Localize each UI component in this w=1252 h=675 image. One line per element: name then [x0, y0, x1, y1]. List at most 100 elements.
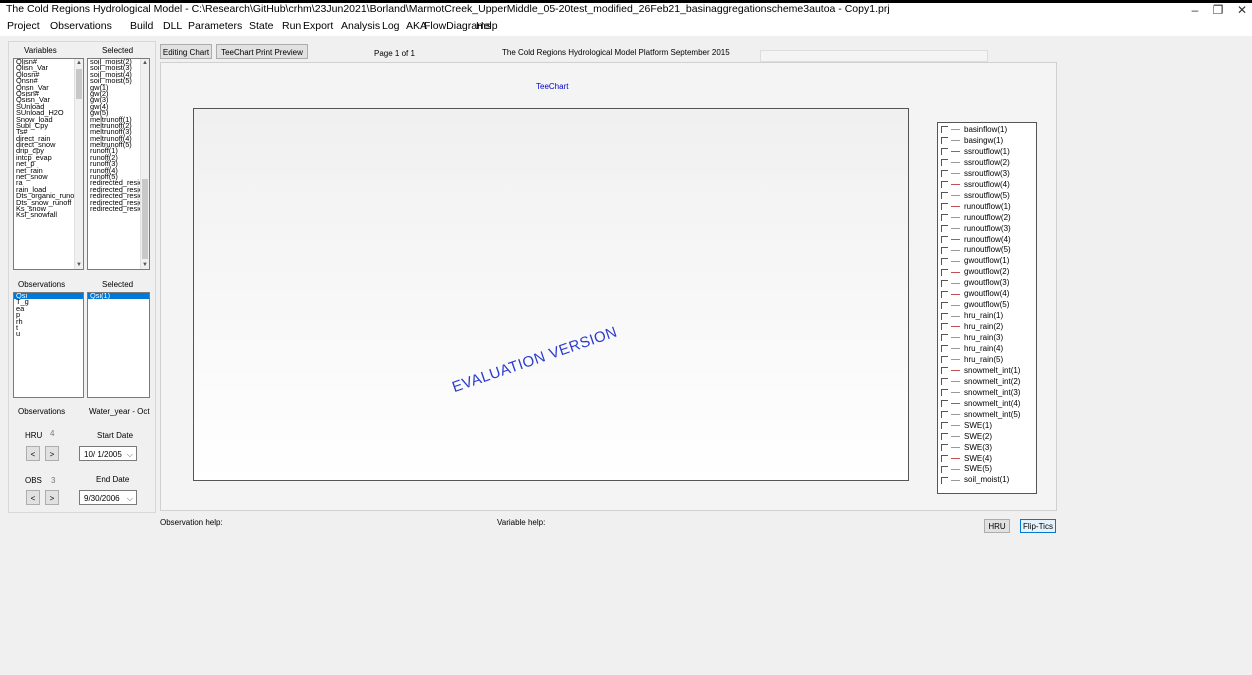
- legend-item[interactable]: ssroutflow(2): [941, 158, 1010, 169]
- legend-checkbox[interactable]: [941, 432, 948, 440]
- minimize-button[interactable]: –: [1185, 3, 1205, 17]
- selected-obs-list[interactable]: Qsi(1): [87, 292, 150, 398]
- hru-next-button[interactable]: >: [45, 446, 59, 461]
- legend-item[interactable]: hru_rain(3): [941, 333, 1003, 344]
- menu-export[interactable]: Export: [303, 20, 333, 32]
- observation-item[interactable]: u: [14, 330, 83, 338]
- legend-item[interactable]: SWE(5): [941, 464, 992, 475]
- observations-list[interactable]: Qsi T_g ea p rh t u: [13, 292, 84, 398]
- legend-item[interactable]: snowmelt_int(2): [941, 377, 1020, 388]
- legend-item[interactable]: SWE(2): [941, 432, 992, 443]
- legend-item[interactable]: gwoutflow(4): [941, 289, 1009, 300]
- flip-tics-button[interactable]: Flip-Tics: [1020, 519, 1056, 533]
- menu-help[interactable]: Help: [476, 20, 498, 32]
- legend-item[interactable]: snowmelt_int(5): [941, 410, 1020, 421]
- legend-checkbox[interactable]: [941, 159, 948, 167]
- menu-parameters[interactable]: Parameters: [188, 20, 242, 32]
- legend-checkbox[interactable]: [941, 137, 948, 145]
- editing-chart-button[interactable]: Editing Chart: [160, 44, 212, 59]
- legend-item[interactable]: ssroutflow(3): [941, 169, 1010, 180]
- hru-button[interactable]: HRU: [984, 519, 1010, 533]
- legend-checkbox[interactable]: [941, 345, 948, 353]
- legend-item[interactable]: gwoutflow(5): [941, 300, 1009, 311]
- selected-vars-list[interactable]: soil_moist(2) soil_moist(3) soil_moist(4) s…: [87, 58, 150, 270]
- restore-button[interactable]: ❐: [1208, 3, 1228, 17]
- legend-checkbox[interactable]: [941, 235, 948, 243]
- menu-state[interactable]: State: [249, 20, 274, 32]
- scroll-thumb[interactable]: [76, 69, 82, 99]
- legend-item[interactable]: hru_rain(2): [941, 322, 1003, 333]
- menu-analysis[interactable]: Analysis: [341, 20, 380, 32]
- legend-checkbox[interactable]: [941, 443, 948, 451]
- legend-checkbox[interactable]: [941, 301, 948, 309]
- legend-checkbox[interactable]: [941, 367, 948, 375]
- legend-checkbox[interactable]: [941, 356, 948, 364]
- legend-checkbox[interactable]: [941, 312, 948, 320]
- legend-checkbox[interactable]: [941, 148, 948, 156]
- legend-item[interactable]: hru_rain(1): [941, 311, 1003, 322]
- legend-item[interactable]: SWE(3): [941, 443, 992, 454]
- legend-checkbox[interactable]: [941, 213, 948, 221]
- scroll-thumb[interactable]: [142, 179, 148, 259]
- scroll-up-icon[interactable]: ▲: [141, 59, 149, 67]
- legend-item[interactable]: gwoutflow(3): [941, 278, 1009, 289]
- legend-item[interactable]: SWE(4): [941, 454, 992, 465]
- legend-item[interactable]: soil_moist(1): [941, 475, 1009, 486]
- legend-checkbox[interactable]: [941, 203, 948, 211]
- legend-checkbox[interactable]: [941, 411, 948, 419]
- legend-checkbox[interactable]: [941, 476, 948, 484]
- scroll-up-icon[interactable]: ▲: [75, 59, 83, 67]
- variables-list[interactable]: Qlisn# Qlisn_Var Qlosn# Qnsn# Qnsn_Var Qsisn#…: [13, 58, 84, 270]
- plot-area[interactable]: [193, 108, 909, 481]
- legend-checkbox[interactable]: [941, 192, 948, 200]
- scroll-down-icon[interactable]: ▼: [75, 261, 83, 269]
- legend-item[interactable]: basinflow(1): [941, 125, 1007, 136]
- start-date-picker[interactable]: 10/ 1/2005 ⌵: [79, 446, 137, 461]
- legend-checkbox[interactable]: [941, 257, 948, 265]
- legend-item[interactable]: snowmelt_int(1): [941, 366, 1020, 377]
- legend-item[interactable]: gwoutflow(1): [941, 256, 1009, 267]
- print-preview-button[interactable]: TeeChart Print Preview: [216, 44, 308, 59]
- legend-item[interactable]: ssroutflow(5): [941, 191, 1010, 202]
- obs-next-button[interactable]: >: [45, 490, 59, 505]
- legend-item[interactable]: runoutflow(3): [941, 224, 1011, 235]
- variable-item[interactable]: Ksl_snowfall: [14, 211, 83, 219]
- legend-checkbox[interactable]: [941, 323, 948, 331]
- legend-item[interactable]: runoutflow(4): [941, 235, 1011, 246]
- legend-checkbox[interactable]: [941, 290, 948, 298]
- legend-checkbox[interactable]: [941, 389, 948, 397]
- legend-checkbox[interactable]: [941, 378, 948, 386]
- legend-item[interactable]: gwoutflow(2): [941, 267, 1009, 278]
- legend-item[interactable]: snowmelt_int(3): [941, 388, 1020, 399]
- selected-observation-item[interactable]: Qsi(1): [88, 293, 149, 299]
- legend-item[interactable]: runoutflow(2): [941, 213, 1011, 224]
- legend-item[interactable]: basingw(1): [941, 136, 1003, 147]
- legend-checkbox[interactable]: [941, 224, 948, 232]
- selected-vars-scrollbar[interactable]: ▲ ▼: [140, 59, 149, 269]
- legend-item[interactable]: ssroutflow(4): [941, 180, 1010, 191]
- scroll-down-icon[interactable]: ▼: [141, 261, 149, 269]
- menu-build[interactable]: Build: [130, 20, 153, 32]
- legend-item[interactable]: hru_rain(4): [941, 344, 1003, 355]
- menu-log[interactable]: Log: [382, 20, 400, 32]
- legend-checkbox[interactable]: [941, 465, 948, 473]
- legend-checkbox[interactable]: [941, 422, 948, 430]
- legend-checkbox[interactable]: [941, 126, 948, 134]
- legend-checkbox[interactable]: [941, 246, 948, 254]
- menu-run[interactable]: Run: [282, 20, 301, 32]
- legend-checkbox[interactable]: [941, 334, 948, 342]
- menu-project[interactable]: Project: [7, 20, 40, 32]
- legend-item[interactable]: hru_rain(5): [941, 355, 1003, 366]
- legend-checkbox[interactable]: [941, 454, 948, 462]
- close-button[interactable]: ✕: [1232, 3, 1252, 17]
- legend-item[interactable]: runoutflow(5): [941, 245, 1011, 256]
- hru-prev-button[interactable]: <: [26, 446, 40, 461]
- variables-scrollbar[interactable]: ▲ ▼: [74, 59, 83, 269]
- legend-checkbox[interactable]: [941, 181, 948, 189]
- legend-item[interactable]: ssroutflow(1): [941, 147, 1010, 158]
- menu-dll[interactable]: DLL: [163, 20, 182, 32]
- end-date-picker[interactable]: 9/30/2006 ⌵: [79, 490, 137, 505]
- legend-checkbox[interactable]: [941, 279, 948, 287]
- obs-prev-button[interactable]: <: [26, 490, 40, 505]
- legend-checkbox[interactable]: [941, 400, 948, 408]
